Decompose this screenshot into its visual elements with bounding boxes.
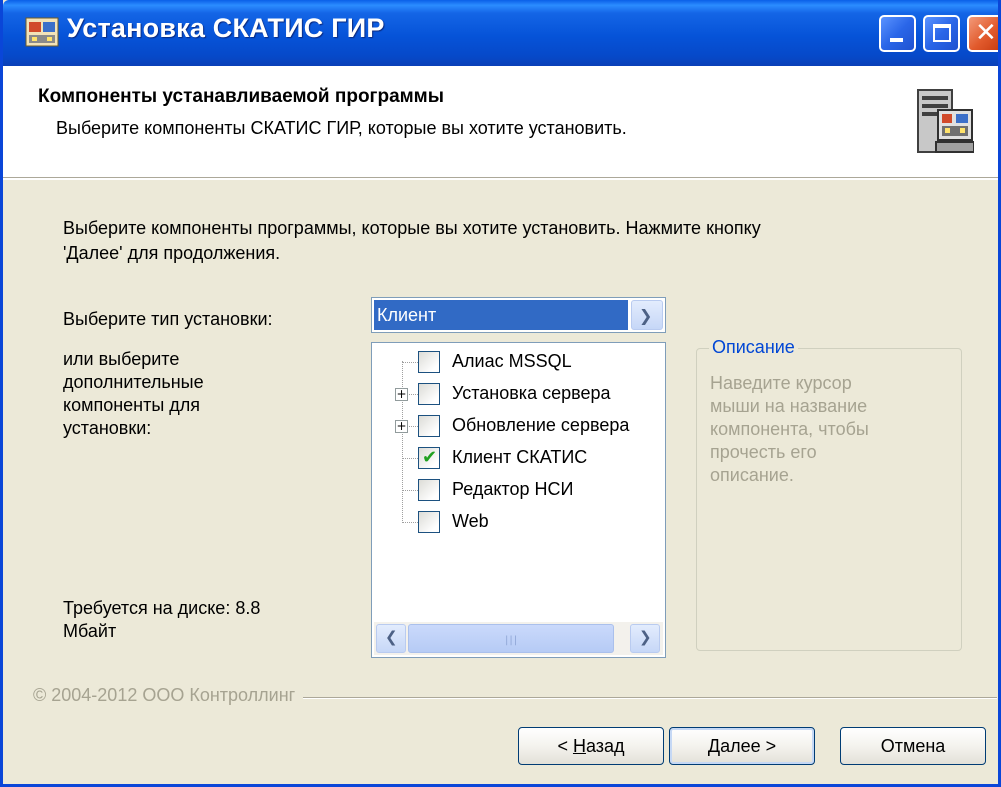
tree-item-label[interactable]: Алиас MSSQL bbox=[452, 351, 572, 372]
tree-item-label[interactable]: Web bbox=[452, 511, 489, 532]
scroll-left-button[interactable]: ❮ bbox=[376, 624, 406, 653]
minimize-icon bbox=[890, 38, 903, 42]
checkbox[interactable] bbox=[418, 511, 440, 533]
horizontal-scrollbar[interactable]: ❮ ||| ❯ bbox=[374, 622, 663, 655]
maximize-button[interactable] bbox=[923, 15, 960, 52]
tree-connector bbox=[402, 490, 418, 491]
components-tree[interactable]: Алиас MSSQL + Установка сервера + Обновл… bbox=[371, 342, 666, 658]
description-legend: Описание bbox=[709, 337, 798, 358]
description-line-2: мыши на название bbox=[710, 396, 868, 416]
components-label-line-4: установки: bbox=[63, 418, 152, 438]
disk-space-line-2: Мбайт bbox=[63, 621, 117, 641]
description-line-3: компонента, чтобы bbox=[710, 419, 869, 439]
next-hotkey: Д bbox=[707, 736, 721, 756]
next-button[interactable]: Далее > bbox=[669, 727, 815, 765]
title-bar[interactable]: Установка СКАТИС ГИР ✕ bbox=[3, 0, 998, 66]
intro-text: Выберите компоненты программы, которые в… bbox=[63, 216, 963, 266]
install-type-select[interactable]: Клиент ❯ bbox=[371, 297, 666, 333]
scroll-right-button[interactable]: ❯ bbox=[630, 624, 660, 653]
expand-plus-icon[interactable]: + bbox=[395, 420, 408, 433]
checkmark-icon: ✔ bbox=[422, 447, 438, 468]
description-line-1: Наведите курсор bbox=[710, 373, 852, 393]
tree-item-label[interactable]: Редактор НСИ bbox=[452, 479, 573, 500]
checkbox[interactable] bbox=[418, 351, 440, 373]
chevron-down-icon: ❯ bbox=[639, 306, 653, 325]
arrow-left-icon: ❮ bbox=[385, 628, 398, 646]
close-button[interactable]: ✕ bbox=[967, 15, 998, 52]
description-line-5: описание. bbox=[710, 465, 794, 485]
minimize-button[interactable] bbox=[879, 15, 916, 52]
page-title: Компоненты устанавливаемой программы bbox=[38, 86, 444, 107]
tree-item-label[interactable]: Клиент СКАТИС bbox=[452, 447, 587, 468]
tree-item-mssql-alias[interactable]: Алиас MSSQL bbox=[372, 347, 662, 379]
tree-item-web[interactable]: Web bbox=[372, 507, 662, 539]
copyright-text: © 2004-2012 ООО Контроллинг bbox=[33, 685, 304, 706]
maximize-icon bbox=[933, 24, 951, 42]
cancel-button[interactable]: Отмена bbox=[840, 727, 986, 765]
checkbox-checked[interactable]: ✔ bbox=[418, 447, 440, 469]
grip-icon: ||| bbox=[505, 635, 519, 646]
components-label-line-2: дополнительные bbox=[63, 372, 204, 392]
intro-line-1: Выберите компоненты программы, которые в… bbox=[63, 218, 761, 238]
close-icon: ✕ bbox=[975, 18, 997, 48]
tree-item-client[interactable]: ✔ Клиент СКАТИС bbox=[372, 443, 662, 475]
checkbox[interactable] bbox=[418, 415, 440, 437]
intro-line-2: 'Далее' для продолжения. bbox=[63, 243, 281, 263]
components-label-line-1: или выберите bbox=[63, 349, 180, 369]
checkbox[interactable] bbox=[418, 479, 440, 501]
tree-item-server-update[interactable]: + Обновление сервера bbox=[372, 411, 662, 443]
back-prefix: < bbox=[557, 736, 573, 756]
dropdown-button[interactable]: ❯ bbox=[631, 300, 663, 330]
expand-plus-icon[interactable]: + bbox=[395, 388, 408, 401]
window-title: Установка СКАТИС ГИР bbox=[67, 13, 385, 43]
page-subtitle: Выберите компоненты СКАТИС ГИР, которые … bbox=[56, 118, 627, 138]
installer-computer-icon bbox=[917, 89, 974, 153]
install-type-value: Клиент bbox=[374, 300, 628, 330]
disk-space-line-1: Требуется на диске: 8.8 bbox=[63, 598, 261, 618]
description-text: Наведите курсор мыши на название компоне… bbox=[710, 372, 950, 487]
tree-item-label[interactable]: Установка сервера bbox=[452, 383, 611, 404]
header-panel: Компоненты устанавливаемой программы Выб… bbox=[3, 66, 998, 178]
tree-connector bbox=[402, 458, 418, 459]
scrollbar-thumb[interactable]: ||| bbox=[408, 624, 614, 653]
checkbox[interactable] bbox=[418, 383, 440, 405]
install-type-label: Выберите тип установки: bbox=[63, 309, 273, 329]
arrow-right-icon: ❯ bbox=[639, 628, 652, 646]
tree-connector bbox=[402, 522, 418, 523]
back-label: азад bbox=[585, 736, 625, 756]
components-label-line-3: компоненты для bbox=[63, 395, 201, 415]
app-icon bbox=[25, 17, 59, 47]
tree-item-server-install[interactable]: + Установка сервера bbox=[372, 379, 662, 411]
header-separator bbox=[3, 178, 998, 180]
back-button[interactable]: < Назад bbox=[518, 727, 664, 765]
description-line-4: прочесть его bbox=[710, 442, 817, 462]
disk-space-label: Требуется на диске: 8.8 Мбайт bbox=[63, 597, 260, 643]
tree-item-label[interactable]: Обновление сервера bbox=[452, 415, 629, 436]
tree-item-nsi-editor[interactable]: Редактор НСИ bbox=[372, 475, 662, 507]
installer-window: Установка СКАТИС ГИР ✕ Компоненты устана… bbox=[0, 0, 1001, 787]
tree-connector bbox=[402, 362, 418, 363]
components-label: или выберите дополнительные компоненты д… bbox=[63, 348, 204, 440]
next-label: алее > bbox=[720, 736, 777, 756]
back-hotkey: Н bbox=[572, 736, 586, 756]
